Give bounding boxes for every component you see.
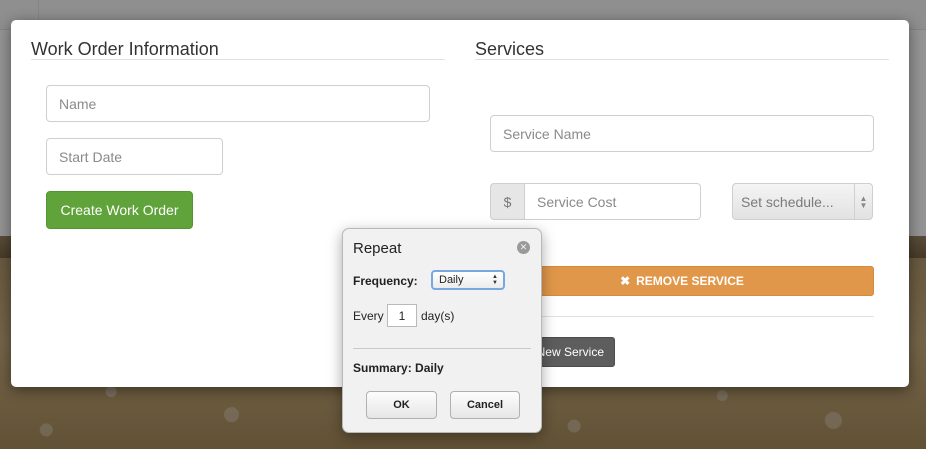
repeat-popover: Repeat ✕ Frequency: Daily ▲▼ Every day(s… bbox=[342, 228, 542, 433]
services-title: Services bbox=[475, 39, 545, 59]
select-arrows-icon: ▲ ▼ bbox=[854, 184, 872, 219]
every-interval-input[interactable] bbox=[387, 304, 417, 327]
cancel-button[interactable]: Cancel bbox=[450, 391, 520, 419]
every-label: Every bbox=[353, 309, 384, 323]
repeat-popover-title: Repeat bbox=[353, 240, 402, 257]
remove-service-label: REMOVE SERVICE bbox=[636, 274, 744, 288]
circle-x-icon[interactable]: ✕ bbox=[517, 241, 530, 254]
create-work-order-button[interactable]: Create Work Order bbox=[46, 191, 193, 229]
popover-divider bbox=[353, 348, 531, 349]
work-order-title: Work Order Information bbox=[31, 39, 219, 59]
remove-service-button[interactable]: ✖ REMOVE SERVICE bbox=[490, 266, 874, 296]
start-date-input[interactable] bbox=[46, 138, 223, 175]
select-arrows-icon: ▲ ▼ bbox=[492, 274, 498, 286]
schedule-select-value: Set schedule... bbox=[741, 193, 834, 210]
frequency-select[interactable]: Daily ▲ ▼ bbox=[431, 270, 505, 290]
service-cost-input[interactable] bbox=[524, 183, 701, 220]
name-input[interactable] bbox=[46, 85, 430, 122]
every-unit-label: day(s) bbox=[421, 309, 455, 323]
service-name-input[interactable] bbox=[490, 115, 874, 152]
schedule-select[interactable]: Set schedule... ▲ ▼ bbox=[732, 183, 873, 220]
close-icon: ✖ bbox=[620, 274, 631, 288]
services-divider bbox=[490, 316, 874, 317]
ok-button[interactable]: OK bbox=[366, 391, 437, 419]
frequency-select-value: Daily bbox=[439, 274, 464, 286]
summary-text: Summary: Daily bbox=[353, 361, 444, 375]
currency-addon: $ bbox=[490, 183, 524, 220]
frequency-label: Frequency: bbox=[353, 274, 418, 288]
services-title-rule bbox=[475, 59, 889, 60]
work-order-title-rule bbox=[31, 59, 445, 60]
